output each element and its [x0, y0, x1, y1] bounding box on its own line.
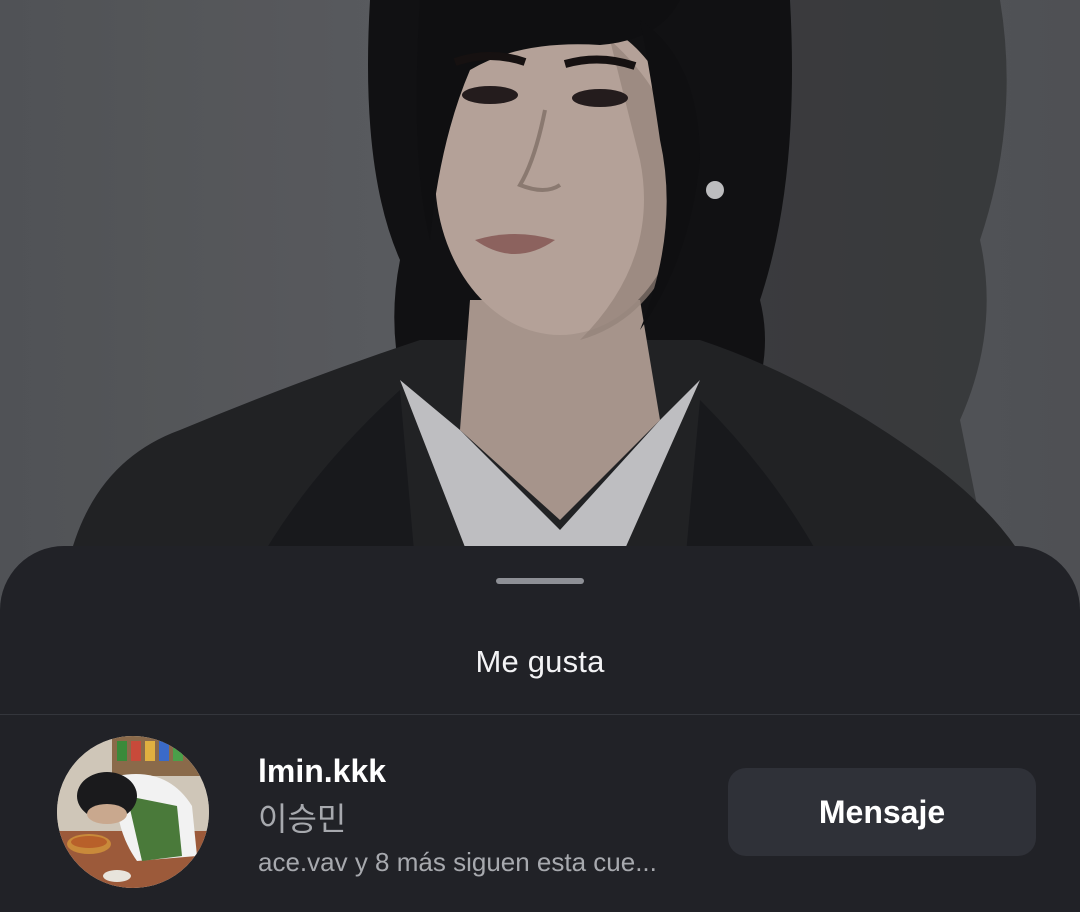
liker-row[interactable]: lmin.kkk 이승민 ace.vav y 8 más siguen esta…: [0, 715, 1080, 912]
photo-dim-overlay: [0, 0, 1080, 620]
mutual-followers-text: ace.vav y 8 más siguen esta cue...: [258, 847, 657, 877]
username[interactable]: lmin.kkk: [258, 751, 708, 791]
user-info[interactable]: lmin.kkk 이승민 ace.vav y 8 más siguen esta…: [258, 751, 708, 879]
message-button[interactable]: Mensaje: [728, 768, 1036, 856]
sheet-title: Me gusta: [475, 644, 605, 679]
screen: Me gusta lmin.kkk 이승민 ace.vav y 8 más si…: [0, 0, 1080, 912]
sheet-drag-handle[interactable]: [496, 578, 584, 584]
avatar-photo: [57, 736, 209, 888]
likes-bottom-sheet: Me gusta lmin.kkk 이승민 ace.vav y 8 más si…: [0, 546, 1080, 912]
background-photo: [0, 0, 1080, 620]
full-name: 이승민: [258, 801, 347, 837]
profile-avatar-icon[interactable]: [57, 736, 209, 888]
